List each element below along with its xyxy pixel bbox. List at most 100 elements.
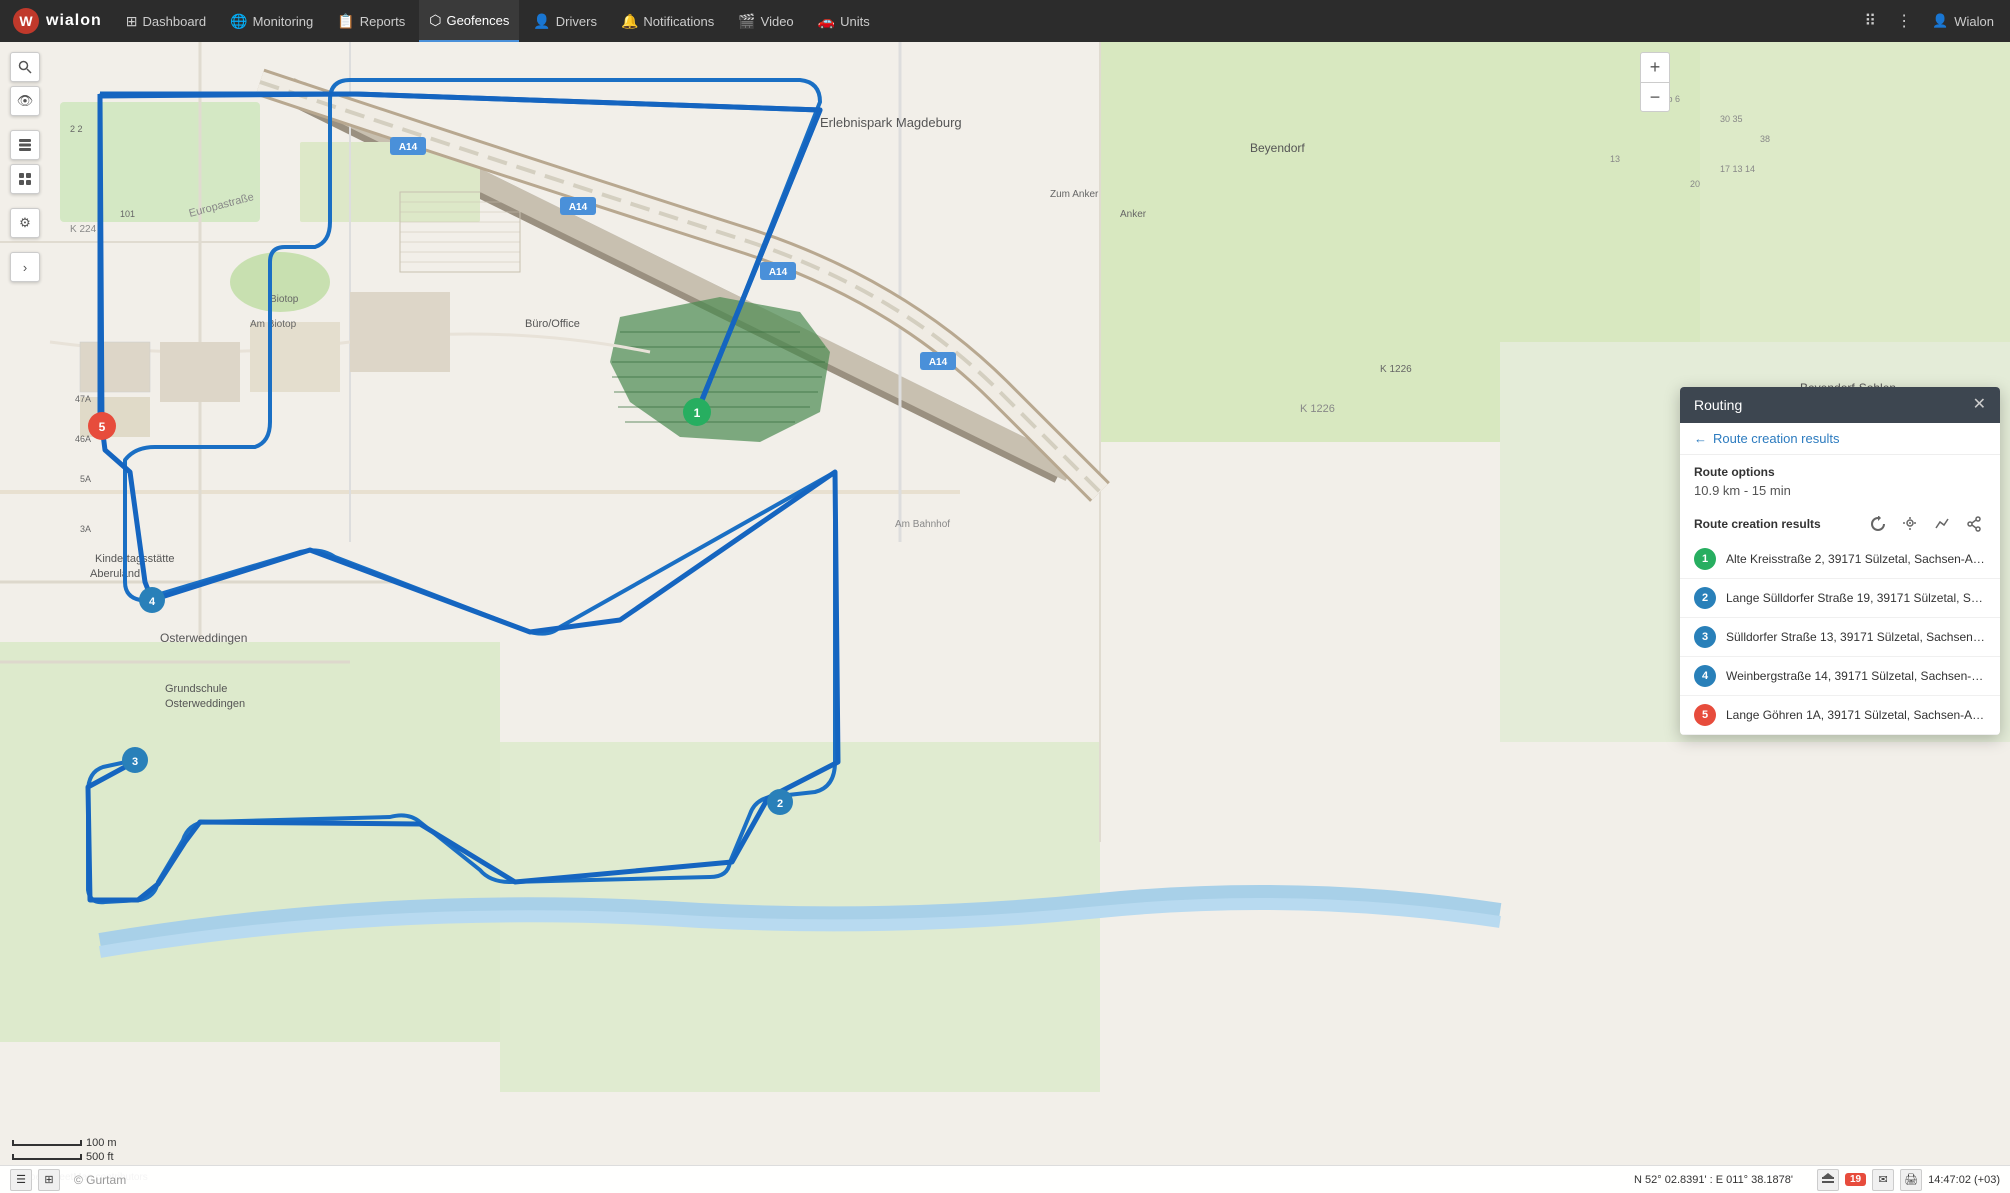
svg-text:Grundschule: Grundschule: [165, 683, 227, 695]
back-label: Route creation results: [1713, 431, 1839, 446]
units-icon: 🚗: [818, 13, 835, 30]
drivers-icon: 👤: [533, 13, 550, 30]
share-icon[interactable]: [1962, 512, 1986, 536]
settings-btn[interactable]: ⚙: [10, 208, 40, 238]
nav-reports-label: Reports: [360, 14, 406, 29]
video-icon: 🎬: [738, 13, 755, 30]
nav-right-section: ⠿ ⋮ 👤 Wialon: [1860, 7, 1998, 35]
svg-text:101: 101: [120, 209, 135, 219]
nav-units-label: Units: [840, 14, 870, 29]
stop-badge-1: 1: [1694, 548, 1716, 570]
svg-text:20: 20: [1690, 179, 1700, 189]
svg-text:5: 5: [99, 420, 106, 434]
map-container[interactable]: A14 A14 A14 A14 Europastraße K 224 K 122…: [0, 42, 2010, 1193]
svg-text:A14: A14: [399, 142, 418, 153]
stop-text-2: Lange Sülldorfer Straße 19, 39171 Sülzet…: [1726, 591, 1986, 605]
user-avatar-icon: 👤: [1932, 13, 1948, 29]
scale-indicator: 100 m 500 ft: [12, 1137, 117, 1163]
scale-label-100m: 100 m: [86, 1137, 117, 1149]
nav-video[interactable]: 🎬 Video: [728, 0, 803, 42]
nav-geofences[interactable]: ⬡ Geofences: [419, 0, 519, 42]
nav-reports[interactable]: 📋 Reports: [327, 0, 415, 42]
svg-text:Anker: Anker: [1120, 209, 1147, 220]
printer-btn[interactable]: 🖨: [1900, 1169, 1922, 1191]
svg-text:47A: 47A: [75, 394, 91, 404]
layers-status-btn[interactable]: [1817, 1169, 1839, 1191]
route-options-title: Route options: [1694, 465, 1986, 479]
nav-notifications-label: Notifications: [643, 14, 714, 29]
results-title: Route creation results: [1694, 517, 1821, 531]
svg-text:Am Biotop: Am Biotop: [250, 319, 297, 330]
panel-title: Routing: [1694, 397, 1742, 413]
stop-text-1: Alte Kreisstraße 2, 39171 Sülzetal, Sach…: [1726, 552, 1986, 566]
panel-results-header: Route creation results: [1680, 506, 2000, 540]
route-options-section: Route options 10.9 km - 15 min: [1680, 455, 2000, 506]
notifications-icon: 🔔: [621, 13, 638, 30]
svg-text:2: 2: [777, 798, 783, 810]
panel-close-btn[interactable]: ✕: [1973, 397, 1986, 413]
gurtam-credit: © Gurtam: [74, 1173, 126, 1187]
route-stop-5[interactable]: 5Lange Göhren 1A, 39171 Sülzetal, Sachse…: [1680, 696, 2000, 735]
nav-dashboard[interactable]: ⊞ Dashboard: [116, 0, 216, 42]
stop-text-3: Sülldorfer Straße 13, 39171 Sülzetal, Sa…: [1726, 630, 1986, 644]
stop-badge-2: 2: [1694, 587, 1716, 609]
panel-header: Routing ✕: [1680, 387, 2000, 423]
grid-view-btn[interactable]: ⊞: [38, 1169, 60, 1191]
nav-monitoring-label: Monitoring: [253, 14, 314, 29]
svg-text:17 13 14: 17 13 14: [1720, 164, 1755, 174]
route-stop-3[interactable]: 3 Sülldorfer Straße 13, 39171 Sülzetal, S…: [1680, 618, 2000, 657]
svg-text:30 35: 30 35: [1720, 114, 1743, 124]
back-arrow-icon: ←: [1694, 431, 1707, 446]
svg-text:38: 38: [1760, 134, 1770, 144]
coordinates-display: N 52° 02.8391' : E 011° 38.1878': [1634, 1174, 1793, 1186]
svg-text:Zum Anker: Zum Anker: [1050, 189, 1099, 200]
nav-geofences-label: Geofences: [446, 13, 509, 28]
layers-btn[interactable]: [10, 130, 40, 160]
more-icon[interactable]: ⋮: [1892, 7, 1916, 35]
mail-btn[interactable]: ✉: [1872, 1169, 1894, 1191]
nav-units[interactable]: 🚗 Units: [808, 0, 880, 42]
time-display: 14:47:02 (+03): [1928, 1174, 2000, 1186]
refresh-icon[interactable]: [1866, 512, 1890, 536]
zoom-out-btn[interactable]: −: [1640, 82, 1670, 112]
results-actions: [1866, 512, 1986, 536]
logo-icon: W: [12, 7, 40, 35]
stop-badge-3: 3: [1694, 626, 1716, 648]
route-stop-1[interactable]: 1 Alte Kreisstraße 2, 39171 Sülzetal, Sac…: [1680, 540, 2000, 579]
stop-text-5: Lange Göhren 1A, 39171 Sülzetal, Sachsen…: [1726, 708, 1986, 722]
user-name: Wialon: [1954, 14, 1994, 29]
eye-btn[interactable]: 👁: [10, 86, 40, 116]
user-menu[interactable]: 👤 Wialon: [1928, 9, 1998, 33]
svg-text:Erlebnispark Magdeburg: Erlebnispark Magdeburg: [820, 115, 962, 130]
route-stop-2[interactable]: 2 Lange Sülldorfer Straße 19, 39171 Sülze…: [1680, 579, 2000, 618]
svg-text:A14: A14: [769, 267, 788, 278]
list-view-btn[interactable]: ☰: [10, 1169, 32, 1191]
routing-panel: Routing ✕ ← Route creation results Route…: [1680, 387, 2000, 735]
location-icon[interactable]: [1898, 512, 1922, 536]
reports-icon: 📋: [337, 13, 354, 30]
expand-btn[interactable]: ›: [10, 252, 40, 282]
nav-drivers-label: Drivers: [556, 14, 597, 29]
panel-back-btn[interactable]: ← Route creation results: [1680, 423, 2000, 455]
logo-text: wialon: [46, 12, 102, 30]
scale-ruler-500ft: [12, 1154, 82, 1160]
svg-text:5A: 5A: [80, 474, 91, 484]
search-btn[interactable]: [10, 52, 40, 82]
nav-notifications[interactable]: 🔔 Notifications: [611, 0, 724, 42]
svg-text:A14: A14: [569, 202, 588, 213]
svg-text:3A: 3A: [80, 524, 91, 534]
coord-left: ☰ ⊞ © Gurtam: [10, 1169, 126, 1191]
grid-icon[interactable]: ⠿: [1860, 7, 1880, 35]
nav-drivers[interactable]: 👤 Drivers: [523, 0, 607, 42]
nav-monitoring[interactable]: 🌐 Monitoring: [220, 0, 323, 42]
svg-text:K 1226: K 1226: [1380, 364, 1412, 375]
logo[interactable]: W wialon: [12, 7, 102, 35]
map-view-btn[interactable]: [10, 164, 40, 194]
notification-badge[interactable]: 19: [1845, 1173, 1866, 1186]
track-icon[interactable]: [1930, 512, 1954, 536]
zoom-in-btn[interactable]: +: [1640, 52, 1670, 82]
svg-text:Osterweddingen: Osterweddingen: [165, 698, 245, 710]
svg-text:Biotop: Biotop: [270, 294, 299, 305]
stop-badge-4: 4: [1694, 665, 1716, 687]
route-stop-4[interactable]: 4Weinbergstraße 14, 39171 Sülzetal, Sach…: [1680, 657, 2000, 696]
